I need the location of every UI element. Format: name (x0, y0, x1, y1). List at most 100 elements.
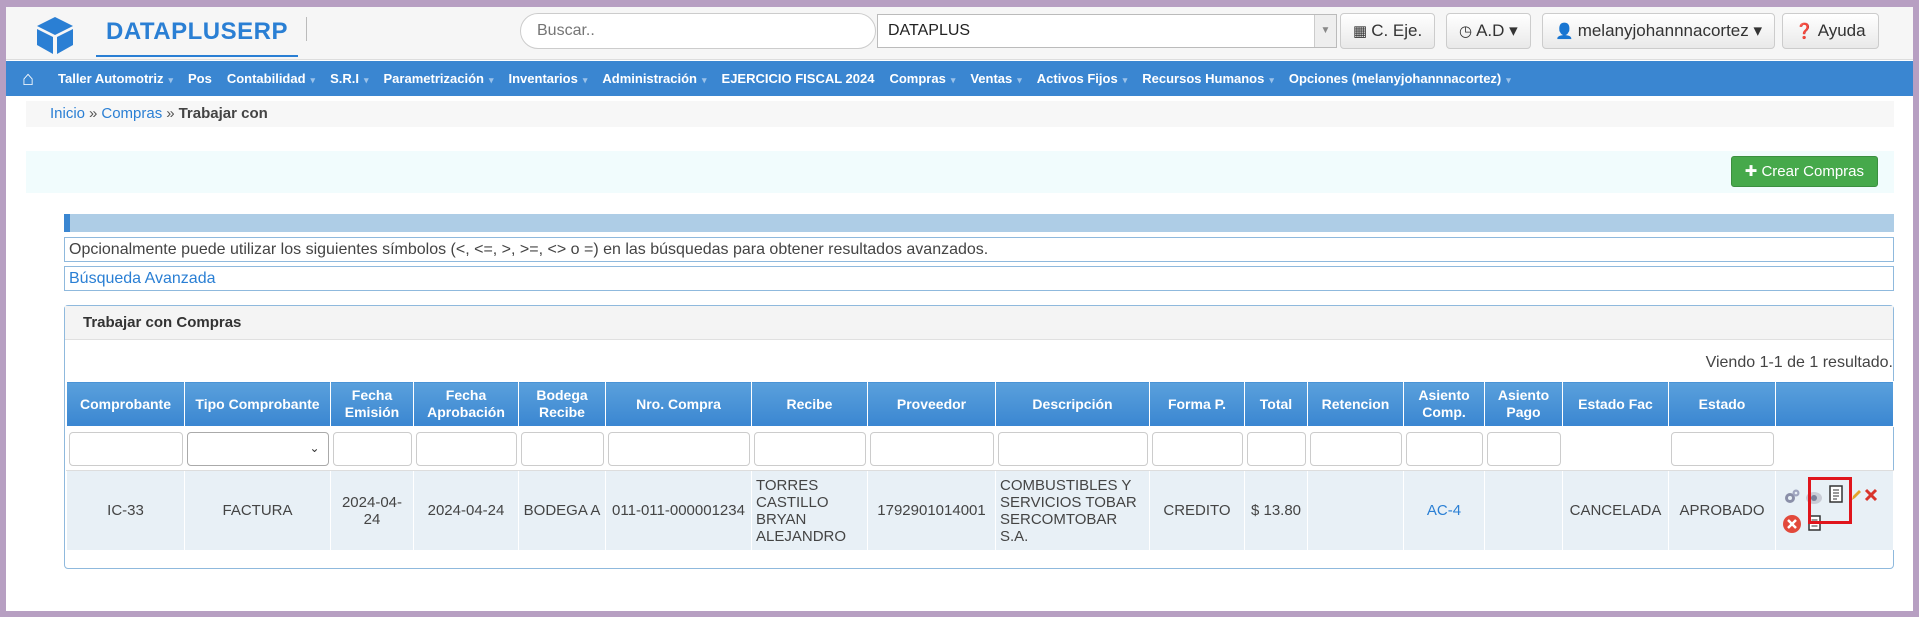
edit-icon[interactable] (1850, 488, 1862, 502)
column-header-11[interactable]: Retencion (1307, 381, 1404, 427)
breadcrumb-compras[interactable]: Compras (101, 105, 162, 122)
cell-forma-pago: CREDITO (1149, 470, 1245, 550)
filter-asiento-pago[interactable] (1486, 431, 1561, 466)
filter-estado[interactable] (1670, 431, 1774, 466)
panel-title: Trabajar con Compras (65, 306, 1893, 340)
nav-item-9[interactable]: Ventas ▾ (970, 71, 1021, 86)
copy-document-icon[interactable] (1806, 513, 1826, 533)
caret-down-icon: ▾ (310, 75, 316, 85)
column-header-1[interactable]: Tipo Comprobante (184, 381, 331, 427)
cube-logo-icon[interactable] (34, 15, 76, 55)
cell-bodega: BODEGA A (518, 470, 606, 550)
caret-down-icon: ▾ (1269, 75, 1274, 85)
ad-menu-button[interactable]: ◷ A.D ▾ (1446, 13, 1531, 49)
filter-proveedor[interactable] (869, 431, 994, 466)
document-icon[interactable] (1827, 484, 1847, 504)
nav-item-label: Compras (889, 71, 946, 86)
column-header-14[interactable]: Estado Fac (1562, 381, 1669, 427)
cancel-circle-icon[interactable] (1782, 514, 1802, 534)
view-icon[interactable] (1804, 487, 1824, 507)
filter-fecha-aprobacion[interactable] (415, 431, 517, 466)
brand-name[interactable]: DATAPLUSERP (96, 17, 298, 57)
nav-item-label: Ventas (970, 71, 1013, 86)
clock-icon: ◷ (1459, 23, 1473, 40)
nav-item-label: Administración (602, 71, 697, 86)
caret-down-icon: ▾ (1509, 21, 1518, 40)
breadcrumb-current: Trabajar con (178, 105, 268, 122)
nav-item-10[interactable]: Activos Fijos ▾ (1037, 71, 1127, 86)
filter-tipo-comprobante[interactable]: ⌄ (186, 431, 329, 466)
column-header-6[interactable]: Recibe (751, 381, 868, 427)
filter-retencion[interactable] (1309, 431, 1402, 466)
user-label: melanyjohannnacortez (1577, 21, 1749, 40)
cell-descripcion: COMBUSTIBLES Y SERVICIOS TOBAR SERCOMTOB… (995, 470, 1150, 550)
cell-asiento-pago (1484, 470, 1563, 550)
column-header-8[interactable]: Descripción (995, 381, 1150, 427)
user-menu-button[interactable]: 👤 melanyjohannnacortez ▾ (1542, 13, 1776, 49)
filter-nro-compra[interactable] (607, 431, 750, 466)
help-button[interactable]: ❓ Ayuda (1782, 13, 1879, 49)
column-header-5[interactable]: Nro. Compra (605, 381, 752, 427)
nav-item-0[interactable]: Taller Automotriz ▾ (58, 71, 173, 86)
nav-item-2[interactable]: Contabilidad ▾ (227, 71, 315, 86)
fiscal-year-button[interactable]: ▦ C. Eje. (1340, 13, 1436, 49)
filter-bodega[interactable] (520, 431, 604, 466)
search-input[interactable] (520, 13, 876, 49)
nav-item-label: Activos Fijos (1036, 71, 1118, 86)
filter-total[interactable] (1246, 431, 1306, 466)
nav-item-label: Inventarios (508, 71, 578, 86)
nav-item-1[interactable]: Pos (188, 71, 212, 86)
nav-item-8[interactable]: Compras ▾ (889, 71, 955, 86)
cell-estado-fac: CANCELADA (1562, 470, 1669, 550)
nav-item-label: Taller Automotriz (58, 71, 164, 86)
breadcrumb-home[interactable]: Inicio (50, 105, 85, 122)
breadcrumb-separator: » (89, 105, 98, 122)
nav-item-label: Recursos Humanos (1142, 71, 1265, 86)
column-header-16[interactable] (1775, 381, 1894, 427)
column-header-9[interactable]: Forma P. (1149, 381, 1245, 427)
nav-item-5[interactable]: Inventarios ▾ (508, 71, 587, 86)
chevron-down-icon[interactable]: ▼ (1314, 15, 1336, 47)
column-header-3[interactable]: Fecha Aprobación (413, 381, 519, 427)
plus-icon: ✚ (1744, 163, 1758, 180)
column-header-7[interactable]: Proveedor (867, 381, 996, 427)
cell-recibe: TORRES CASTILLO BRYAN ALEJANDRO (751, 470, 868, 550)
delete-x-icon[interactable] (1863, 487, 1879, 503)
nav-item-4[interactable]: Parametrización ▾ (384, 71, 494, 86)
results-summary: Viendo 1-1 de 1 resultado. (1705, 354, 1893, 371)
create-compras-button[interactable]: ✚ Crear Compras (1730, 156, 1878, 187)
filter-comprobante[interactable] (68, 431, 183, 466)
filter-forma-pago[interactable] (1151, 431, 1243, 466)
table-row[interactable]: IC-33 FACTURA 2024-04-24 2024-04-24 BODE… (66, 470, 1894, 550)
cell-nro-compra: 011-011-000001234 (605, 470, 752, 550)
column-header-2[interactable]: Fecha Emisión (330, 381, 414, 427)
cell-comprobante: IC-33 (66, 470, 185, 550)
create-compras-label: Crear Compras (1761, 163, 1864, 180)
column-header-13[interactable]: Asiento Pago (1484, 381, 1563, 427)
nav-item-label: EJERCICIO FISCAL 2024 (721, 71, 875, 86)
nav-item-11[interactable]: Recursos Humanos ▾ (1142, 71, 1274, 86)
column-header-15[interactable]: Estado (1668, 381, 1776, 427)
nav-item-12[interactable]: Opciones (melanyjohannnacortez) ▾ (1289, 71, 1511, 86)
nav-item-7[interactable]: EJERCICIO FISCAL 2024 (722, 71, 875, 86)
filter-fecha-emision[interactable] (332, 431, 412, 466)
nav-item-label: Parametrización (383, 71, 484, 86)
column-header-10[interactable]: Total (1244, 381, 1308, 427)
home-icon[interactable]: ⌂ (14, 67, 42, 91)
asiento-comp-link[interactable]: AC-4 (1427, 502, 1461, 519)
nav-item-6[interactable]: Administración ▾ (602, 71, 706, 86)
filter-asiento-comp[interactable] (1405, 431, 1483, 466)
nav-item-3[interactable]: S.R.I ▾ (330, 71, 368, 86)
gears-icon[interactable] (1782, 487, 1802, 507)
search-header-strip (64, 214, 1894, 232)
calendar-icon: ▦ (1353, 23, 1368, 40)
filter-descripcion[interactable] (997, 431, 1148, 466)
column-header-0[interactable]: Comprobante (66, 381, 185, 427)
column-header-12[interactable]: Asiento Comp. (1403, 381, 1485, 427)
cell-asiento-comp: AC-4 (1403, 470, 1485, 550)
column-header-4[interactable]: Bodega Recibe (518, 381, 606, 427)
company-value: DATAPLUS (888, 22, 971, 39)
advanced-search-link[interactable]: Búsqueda Avanzada (64, 266, 1894, 291)
filter-recibe[interactable] (753, 431, 866, 466)
company-select[interactable]: DATAPLUS ▼ (877, 14, 1337, 48)
